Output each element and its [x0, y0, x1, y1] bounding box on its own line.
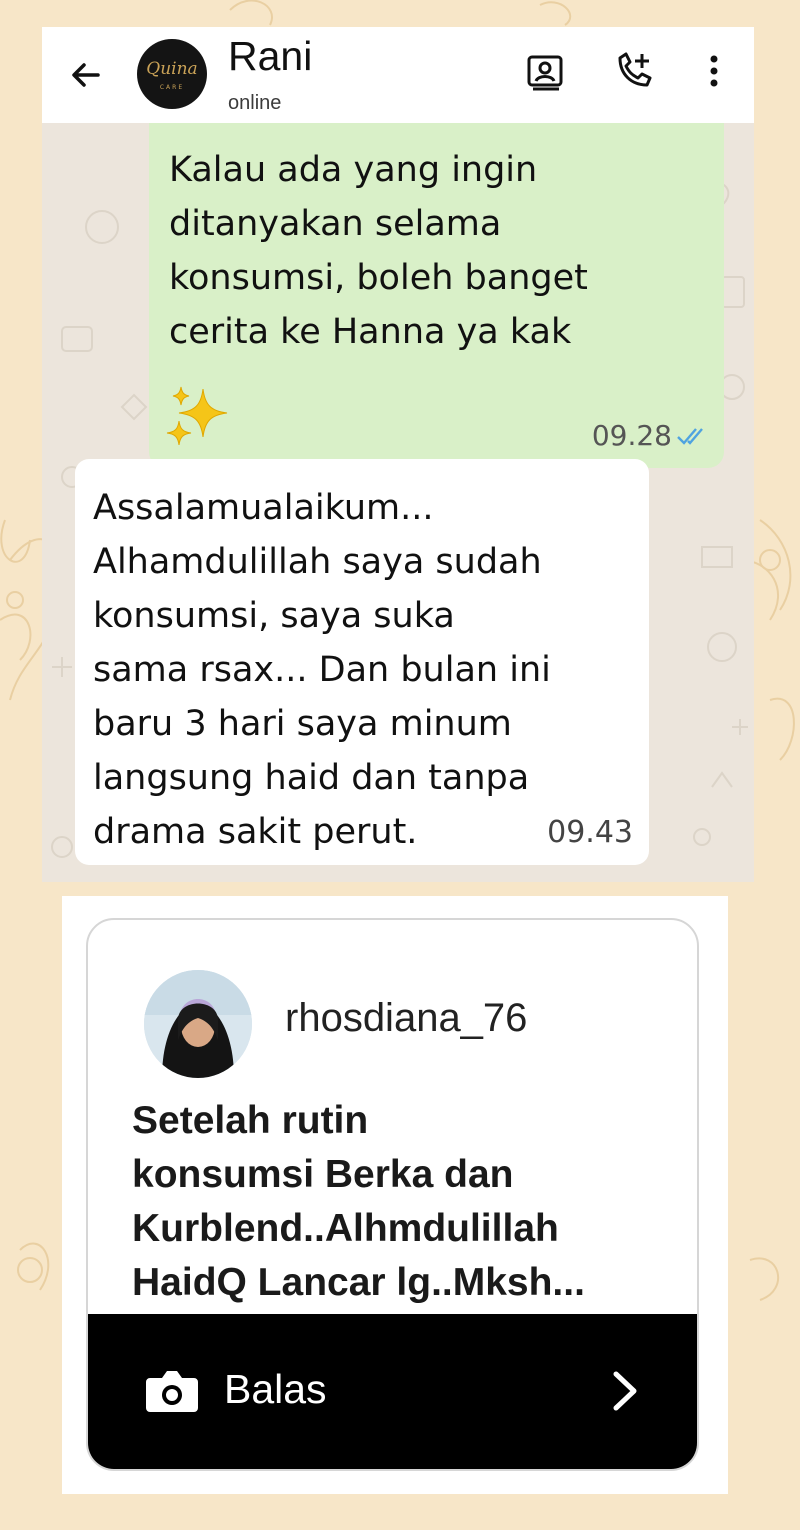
- reply-label[interactable]: Balas: [224, 1366, 327, 1413]
- sparkles-icon: [166, 386, 228, 446]
- logo-subtext: CARE: [159, 84, 185, 91]
- arrow-left-icon[interactable]: [64, 53, 108, 97]
- chevron-right-icon[interactable]: [606, 1366, 646, 1416]
- contact-avatar[interactable]: Quina CARE: [137, 39, 207, 109]
- contact-name[interactable]: Rani: [228, 33, 312, 80]
- comment-text: Setelah rutin konsumsi Berka dan Kurblen…: [132, 1099, 585, 1304]
- more-vert-icon[interactable]: [692, 49, 736, 93]
- reply-bar[interactable]: Balas: [88, 1314, 697, 1469]
- incoming-message-bubble[interactable]: Assalamualaikum... Alhamdulillah saya su…: [75, 459, 649, 865]
- read-receipt-icon: [677, 428, 703, 445]
- message-text: Assalamualaikum... Alhamdulillah saya su…: [93, 488, 551, 852]
- message-time: 09.43: [547, 815, 633, 850]
- instagram-comment-card: rhosdiana_76 Setelah rutin konsumsi Berk…: [86, 918, 699, 1471]
- add-call-icon[interactable]: [612, 49, 656, 93]
- logo-text: Quina: [146, 59, 198, 79]
- camera-icon[interactable]: [144, 1366, 200, 1416]
- outgoing-message-bubble[interactable]: Kalau ada yang ingin ditanyakan selama k…: [149, 123, 724, 468]
- username[interactable]: rhosdiana_76: [285, 996, 527, 1041]
- message-text: Kalau ada yang ingin ditanyakan selama k…: [169, 150, 588, 352]
- whatsapp-chat-screen: Quina CARE Rani online Kalau ada yang in…: [42, 27, 754, 882]
- message-time: 09.28: [591, 419, 672, 452]
- video-call-icon[interactable]: [524, 49, 568, 93]
- user-avatar[interactable]: [144, 970, 252, 1078]
- contact-status: online: [228, 92, 282, 114]
- chat-header: Quina CARE Rani online: [42, 27, 754, 123]
- instagram-comment-panel: rhosdiana_76 Setelah rutin konsumsi Berk…: [62, 896, 728, 1494]
